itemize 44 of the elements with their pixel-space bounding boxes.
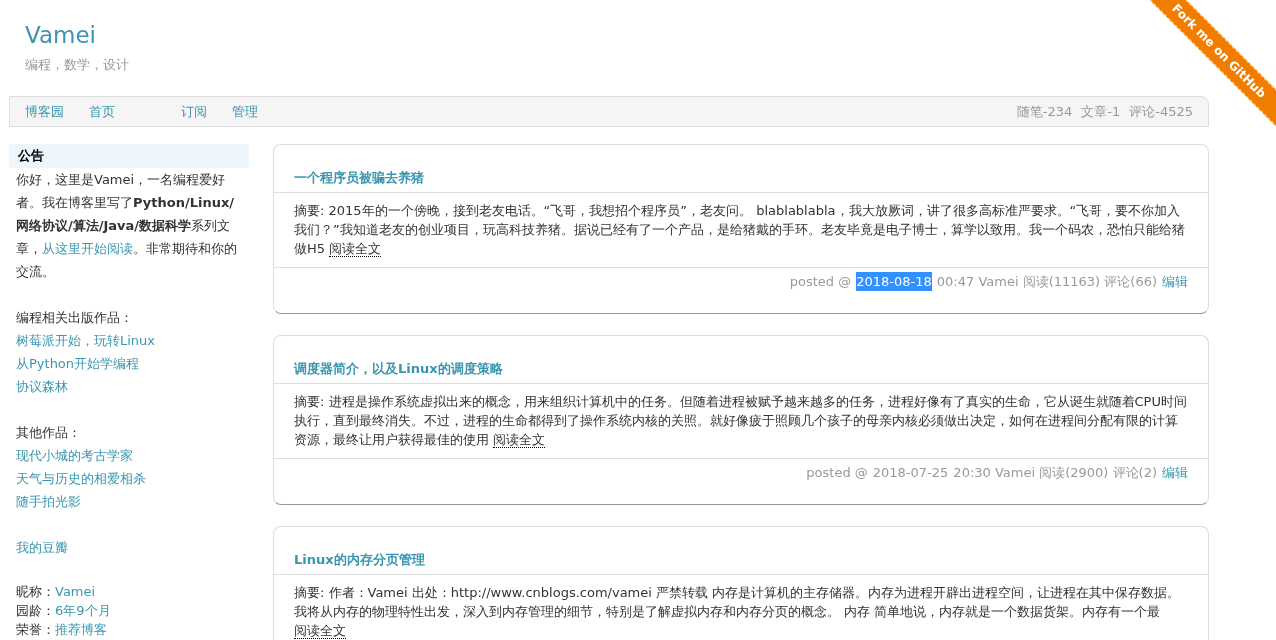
blog-title[interactable]: Vamei [25, 20, 96, 50]
info-value[interactable]: 推荐博客 [55, 620, 107, 639]
post-title[interactable]: Linux的内存分页管理 [294, 552, 425, 567]
post-meta: posted @ [789, 273, 852, 291]
sidebar-link[interactable]: 协议森林 [16, 375, 68, 398]
stat-count: 评论-4525 [1129, 102, 1193, 121]
post-date: 2018-07-25 [872, 464, 949, 482]
sidebar-link[interactable]: 现代小城的考古学家 [16, 444, 133, 467]
info-value[interactable]: Vamei [55, 582, 96, 601]
stat-count: 随笔-234 [1016, 102, 1073, 121]
post-summary: 摘要: 进程是操作系统虚拟出来的概念，用来组织计算机中的任务。但随着进程被赋予越来越多的任务，进程好像有了真实的生命，它从诞生就随着CPU时间执行，直到最终消失。不过，进程的生命都得到了操作系统内核的关照。就好像疲于照顾几个孩子的母亲内核必须做出决定，如何在进程间分配有限的计算资源，最终让用户获得最佳的使用 阅读全文 [274, 384, 1208, 459]
post-title[interactable]: 一个程序员被骗去养猪 [294, 170, 424, 185]
sidebar-link[interactable]: 从Python开始学编程 [16, 352, 140, 375]
nav-link[interactable]: 博客园 [25, 101, 64, 122]
read-more-link[interactable]: 阅读全文 [294, 623, 346, 639]
notice-text: 你好，这里是Vamei，一名编程爱好者。我在博客里写了Python/Linux/网络协议/算法/Java/数据科学系列文章，从这里开始阅读。非常期待和你的交流。 [15, 171, 238, 281]
section-heading: 其他作品： [16, 424, 81, 442]
post-meta: 00:47 Vamei 阅读(11163) 评论(66) [936, 273, 1157, 291]
nav-link[interactable]: 管理 [232, 101, 258, 122]
stat-count: 文章-1 [1081, 102, 1121, 121]
post-summary: 摘要: 2015年的一个傍晚，接到老友电话。“飞哥，我想招个程序员”，老友问。 blablablabla，我大放厥词，讲了很多高标准严要求。“飞哥，要不你加入我们？”我知道老友的创业项目，玩高科技养猪。据说已经有了一个产品，是给猪戴的手环。老友毕竟是电子博士，算学以致用。我一个码农，恐怕只能给猪做H5 阅读全文 [274, 193, 1208, 268]
sidebar-link[interactable]: 天气与历史的相爱相杀 [16, 467, 146, 490]
post-meta: posted @ [806, 464, 868, 482]
info-label: 昵称： [16, 583, 55, 601]
sidebar-link[interactable]: 我的豆瓣 [16, 536, 68, 559]
notice-heading: 公告 [9, 144, 249, 168]
nav-link[interactable]: 订阅 [181, 101, 207, 122]
edit-link[interactable]: 编辑 [1162, 272, 1188, 291]
sidebar-link[interactable]: 树莓派开始，玩转Linux [16, 329, 156, 352]
section-heading: 编程相关出版作品： [16, 309, 133, 327]
info-value[interactable]: 6年9个月 [55, 601, 111, 620]
notice-link[interactable]: 从这里开始阅读 [42, 241, 133, 256]
read-more-link[interactable]: 阅读全文 [329, 241, 382, 257]
post-title[interactable]: 调度器简介，以及Linux的调度策略 [294, 361, 503, 376]
read-more-link[interactable]: 阅读全文 [493, 432, 546, 448]
sidebar-link[interactable]: 随手拍光影 [16, 490, 81, 513]
edit-link[interactable]: 编辑 [1162, 463, 1188, 482]
info-label: 园龄： [16, 602, 55, 620]
blog-subtitle: 编程，数学，设计 [25, 56, 129, 74]
nav-link[interactable]: 首页 [89, 101, 115, 122]
post-summary: 摘要: 作者：Vamei 出处：http://www.cnblogs.com/vamei 严禁转载 内存是计算机的主存储器。内存为进程开辟出进程空间，让进程在其中保存数据。我将从内存的物理特性出发，深入到内存管理的细节，特别是了解虚拟内存和内存分页的概念。 内存 简单地说，内存就是一个数据货架。内存有一个最 阅读全文 [274, 575, 1208, 640]
info-label: 荣誉： [16, 621, 55, 639]
post-date: 2018-08-18 [856, 272, 932, 291]
post-meta: 20:30 Vamei 阅读(2900) 评论(2) [953, 464, 1157, 482]
